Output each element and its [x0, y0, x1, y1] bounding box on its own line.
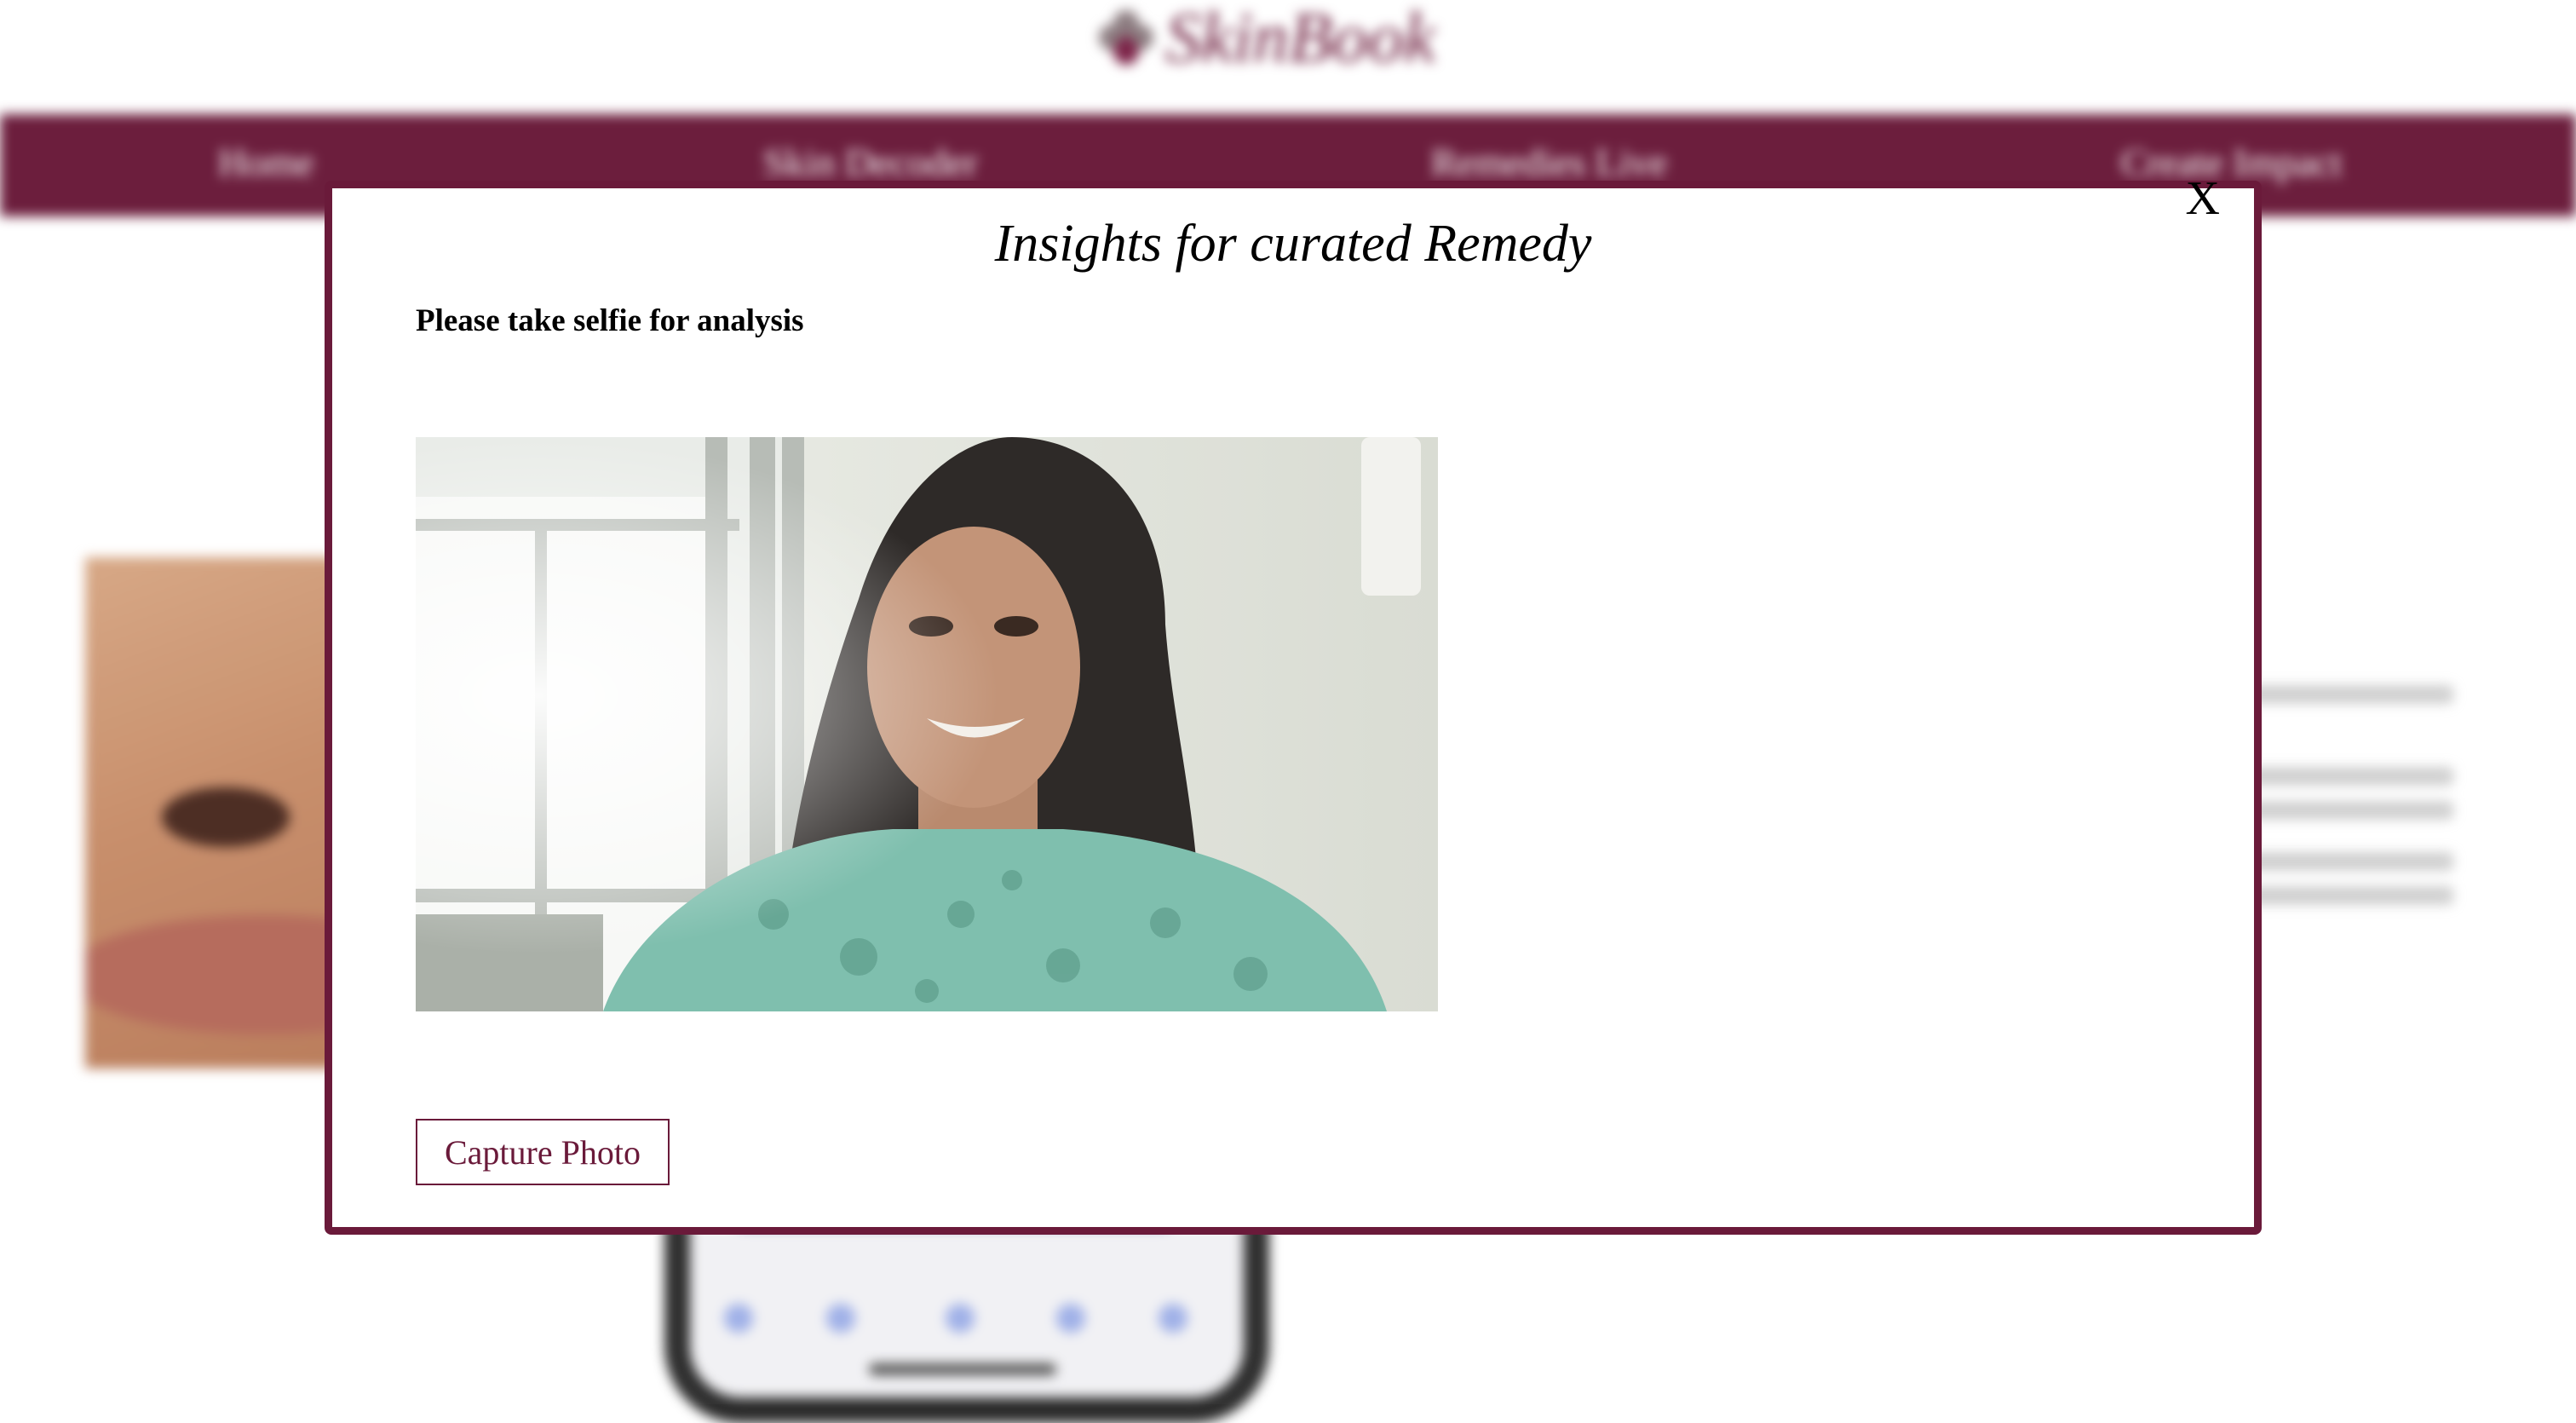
- camera-feed-image: [416, 437, 1438, 1011]
- selfie-analysis-modal: X Insights for curated Remedy Please tak…: [325, 175, 2262, 1235]
- capture-photo-button[interactable]: Capture Photo: [416, 1119, 670, 1185]
- selfie-instruction: Please take selfie for analysis: [416, 303, 804, 338]
- camera-preview: [416, 437, 1438, 1011]
- modal-title: Insights for curated Remedy: [994, 215, 1592, 273]
